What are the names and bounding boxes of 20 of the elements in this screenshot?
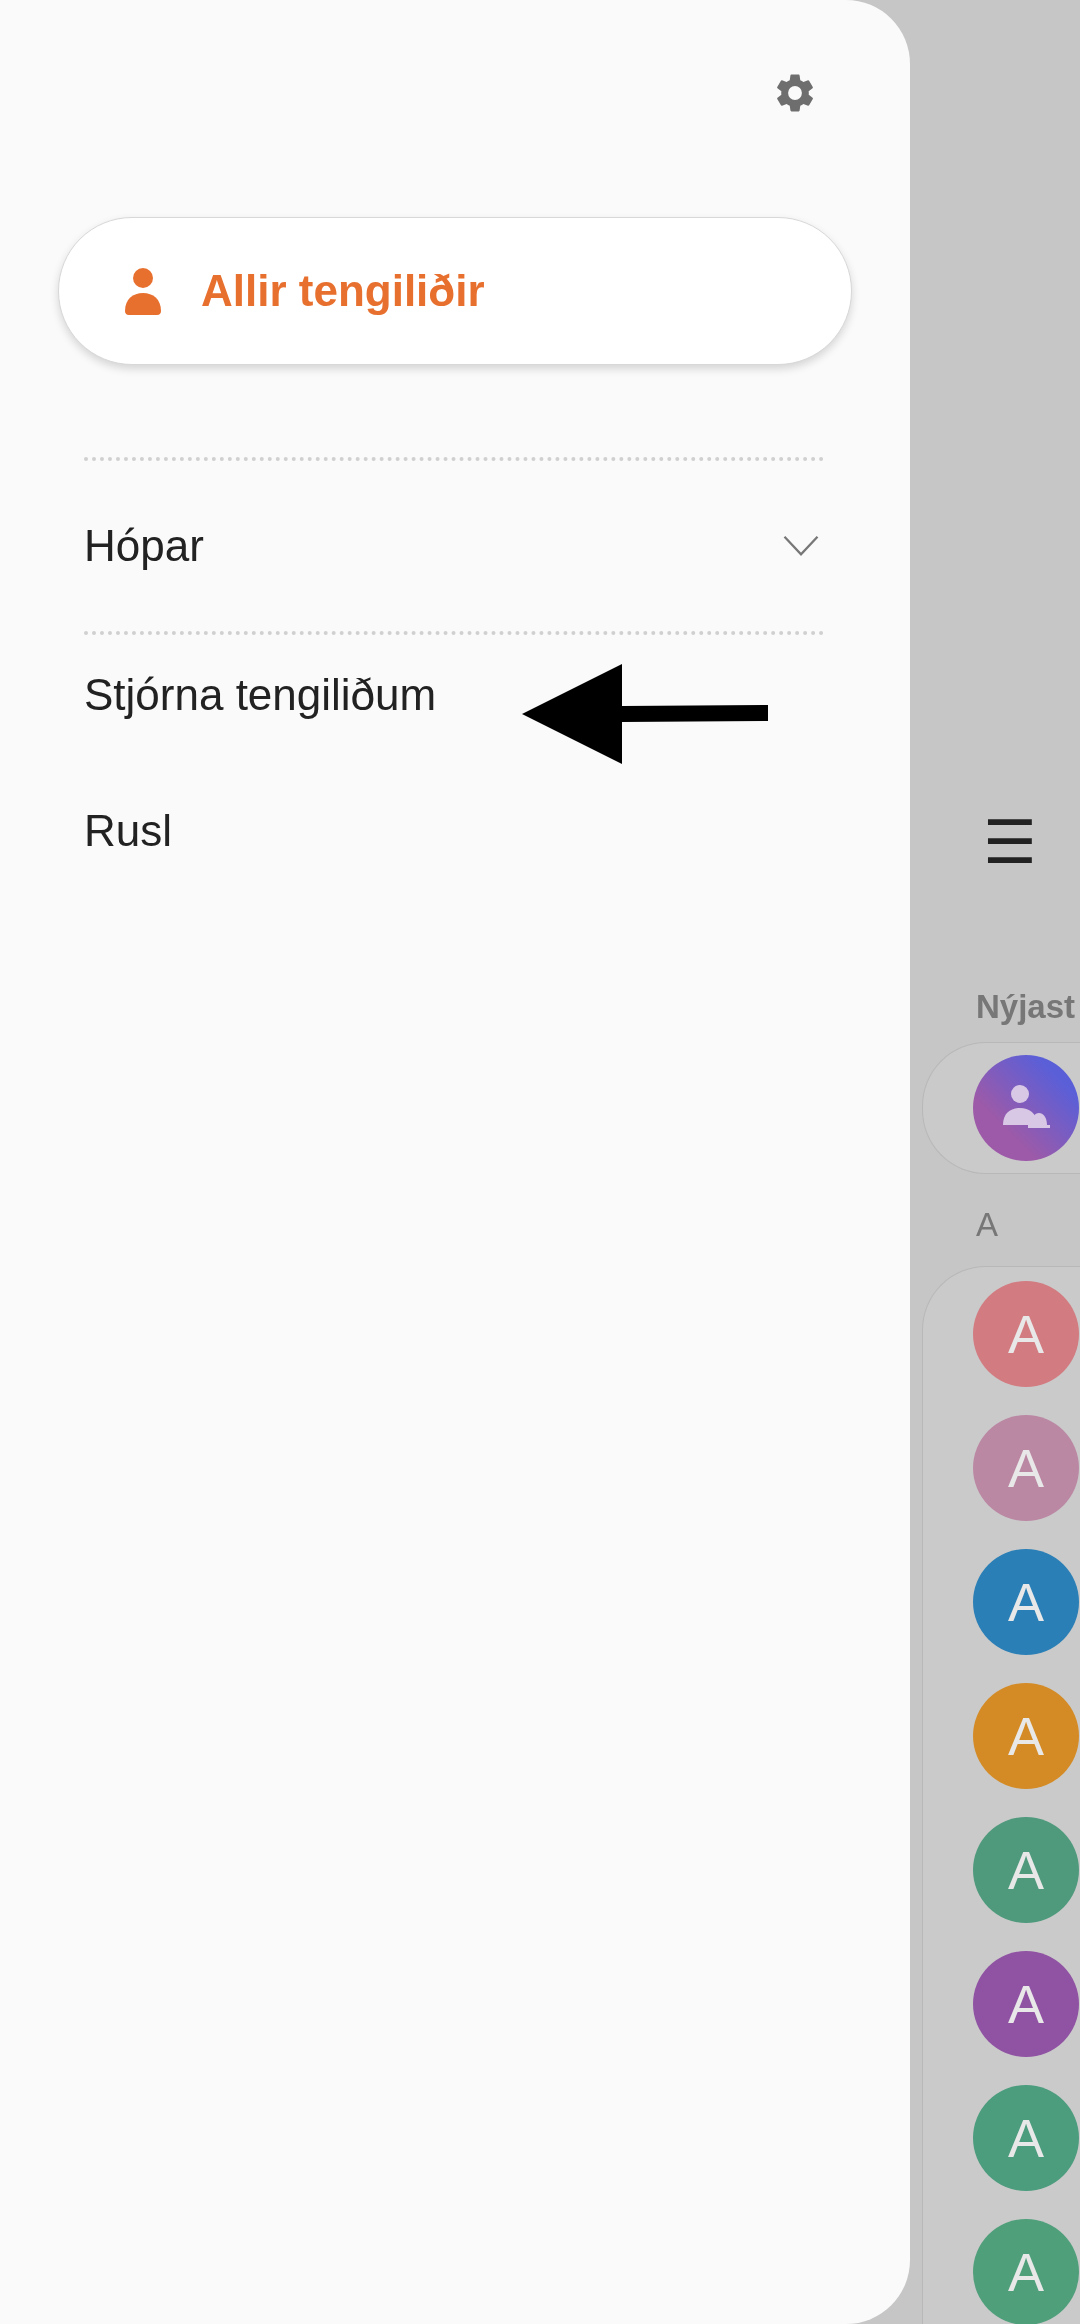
chevron-down-icon[interactable] [782, 535, 820, 557]
groups-item[interactable]: Hópar [84, 461, 824, 631]
contact-avatar[interactable]: A [973, 1817, 1079, 1923]
contact-avatar[interactable]: A [973, 1415, 1079, 1521]
menu-icon[interactable]: ☰ [983, 806, 1035, 880]
menu-item[interactable]: Rusl [84, 771, 177, 891]
all-contacts-button[interactable]: Allir tengiliðir [58, 217, 852, 365]
contact-avatar[interactable]: A [973, 1683, 1079, 1789]
contact-avatar[interactable]: A [973, 1951, 1079, 2057]
contact-avatar[interactable]: A [973, 1549, 1079, 1655]
menu-label: Hópar [84, 521, 204, 571]
person-icon [125, 267, 161, 315]
section-header: A [976, 1206, 999, 1244]
contact-avatar[interactable]: A [973, 1281, 1079, 1387]
group-avatar-icon [973, 1055, 1079, 1161]
contact-avatar[interactable]: A [973, 2219, 1079, 2324]
section-header: Nýjast [976, 988, 1077, 1026]
contact-avatar[interactable]: A [973, 2085, 1079, 2191]
arrow-icon [522, 664, 768, 764]
menu-item[interactable]: Stjórna tengiliðum [84, 635, 441, 755]
